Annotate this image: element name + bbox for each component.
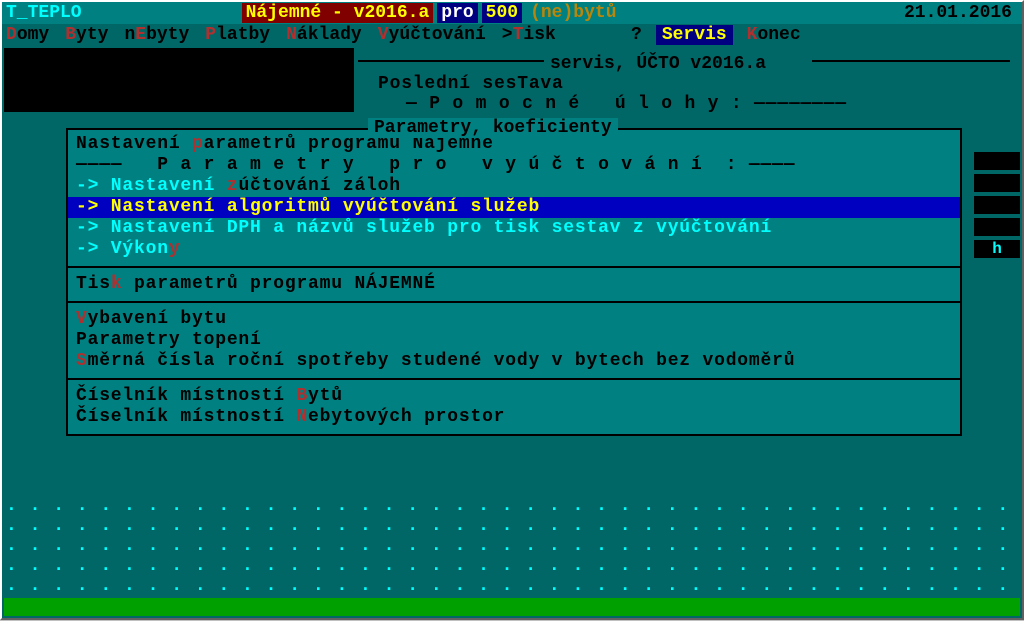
title-unit: (ne)bytů — [530, 3, 616, 23]
right-tab[interactable] — [974, 196, 1020, 214]
menu-domy[interactable]: Domy — [6, 25, 49, 45]
item-ciselnik-nebytovych[interactable]: Číselník místností Nebytových prostor — [76, 407, 952, 428]
item-vybaveni-bytu[interactable]: Vybavení bytu — [76, 309, 952, 330]
menu-vyuctovani[interactable]: Vyúčtování — [378, 25, 486, 45]
status-bar — [4, 598, 1020, 616]
item-parametry-topeni[interactable]: Parametry topení — [76, 330, 952, 351]
right-tab[interactable] — [974, 218, 1020, 236]
right-tabs: h — [974, 152, 1020, 262]
menu-tisk[interactable]: >Tisk — [502, 25, 556, 45]
divider — [68, 301, 960, 303]
item-nastaveni-zuctovani-zaloh[interactable]: -> Nastavení zúčtování záloh — [76, 176, 952, 197]
servis-window-title: servis, ÚČTO v2016.a — [550, 54, 766, 74]
menu-help[interactable]: ? — [631, 25, 642, 45]
divider — [68, 378, 960, 380]
menu-nebyty[interactable]: nEbyty — [124, 25, 189, 45]
menu-byty[interactable]: Byty — [65, 25, 108, 45]
title-pro: pro — [437, 3, 477, 23]
menu-konec[interactable]: Konec — [747, 25, 801, 45]
app-name: Nájemné - v2016.a — [242, 3, 434, 23]
bg-dots: . . . . . . . . . . . . . . . . . . . . … — [6, 576, 1018, 596]
background-dark — [4, 48, 354, 112]
right-tab-h[interactable]: h — [974, 240, 1020, 258]
panel-title: Parametry, koeficienty — [368, 118, 618, 138]
app-screen: T_TEPLO Nájemné - v2016.a pro 500 (ne)by… — [0, 0, 1024, 620]
pomocne-ulohy-header: — P o m o c n é ú l o h y : ———————— — [406, 94, 847, 114]
bg-dots: . . . . . . . . . . . . . . . . . . . . … — [6, 556, 1018, 576]
item-vykony[interactable]: -> Výkony — [76, 239, 952, 260]
right-tab[interactable] — [974, 152, 1020, 170]
title-left: T_TEPLO — [6, 3, 82, 23]
menu-htm[interactable]: >HTM — [572, 25, 615, 45]
menu-platby[interactable]: Platby — [205, 25, 270, 45]
menu-naklady[interactable]: Náklady — [286, 25, 362, 45]
menu-servis[interactable]: Servis — [656, 25, 733, 45]
menu-bar: Domy Byty nEbyty Platby Náklady Vyúčtová… — [2, 24, 1022, 46]
title-count: 500 — [482, 3, 522, 23]
right-tab[interactable] — [974, 174, 1020, 192]
item-ciselnik-bytu[interactable]: Číselník místností Bytů — [76, 386, 952, 407]
panel-parametry: Parametry, koeficienty Nastavení paramet… — [66, 128, 962, 436]
divider — [68, 266, 960, 268]
bg-dots: . . . . . . . . . . . . . . . . . . . . … — [6, 536, 1018, 556]
item-smerna-cisla[interactable]: Směrná čísla roční spotřeby studené vody… — [76, 351, 952, 372]
title-date: 21.01.2016 — [904, 3, 1018, 23]
item-nastaveni-dph[interactable]: -> Nastavení DPH a názvů služeb pro tisk… — [76, 218, 952, 239]
title-bar: T_TEPLO Nájemné - v2016.a pro 500 (ne)by… — [2, 2, 1022, 24]
bg-dots: . . . . . . . . . . . . . . . . . . . . … — [6, 496, 1018, 516]
posledni-sestava-label[interactable]: Poslední sesTava — [378, 74, 564, 94]
header-parametry-vyuctovani: ———— P a r a m e t r y p r o v y ú č t o… — [76, 155, 952, 176]
item-tisk-parametru[interactable]: Tisk parametrů programu NÁJEMNÉ — [76, 274, 952, 295]
bg-dots: . . . . . . . . . . . . . . . . . . . . … — [6, 516, 1018, 536]
item-nastaveni-algoritmu-selected[interactable]: -> Nastavení algoritmů vyúčtování služeb — [68, 197, 960, 218]
